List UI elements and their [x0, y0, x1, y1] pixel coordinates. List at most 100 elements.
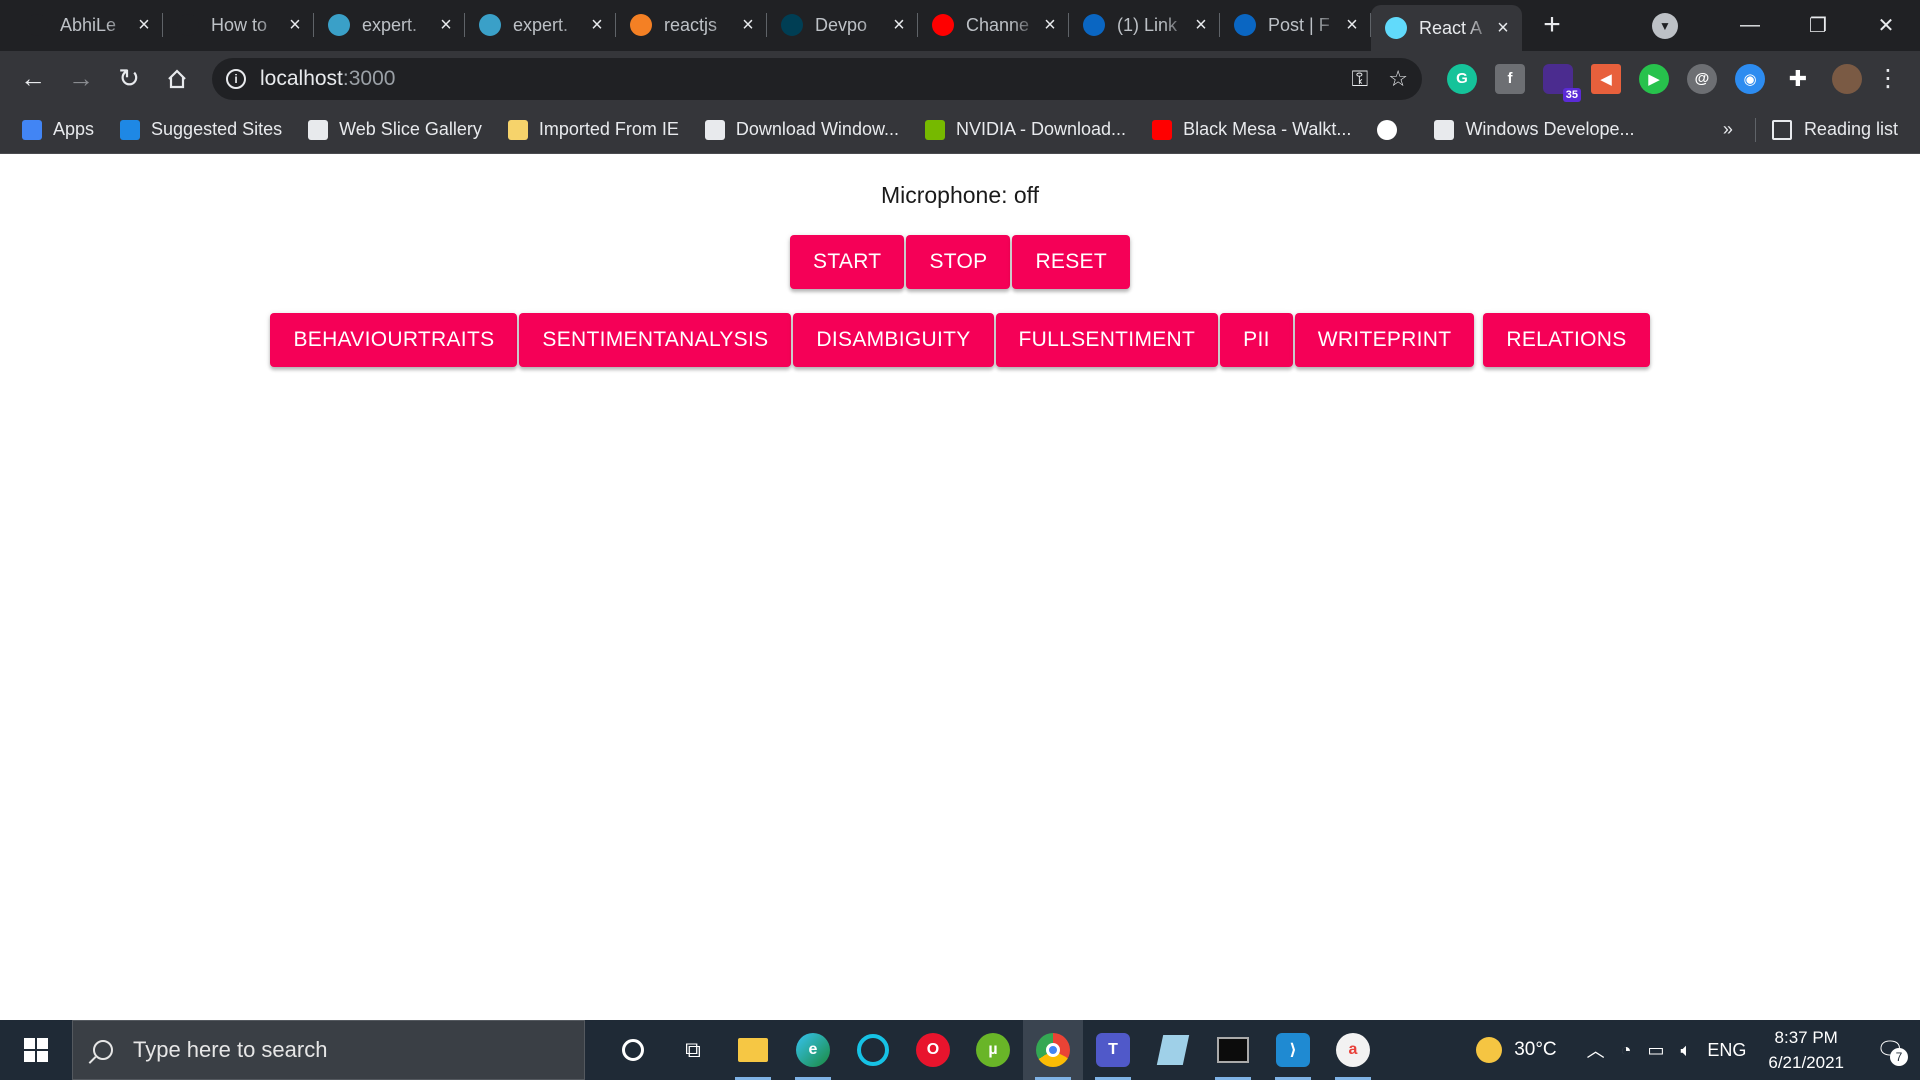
- chrome-button[interactable]: [1023, 1020, 1083, 1080]
- chrome-icon: [1036, 1033, 1070, 1067]
- browser-tab[interactable]: reactjs ×: [616, 4, 767, 46]
- browser-tab[interactable]: expert. ×: [465, 4, 616, 46]
- bookmark-item[interactable]: Apps: [22, 119, 94, 140]
- browser-tab[interactable]: AbhiLe ×: [12, 4, 163, 46]
- fullsentiment-button[interactable]: FULLSENTIMENT: [995, 313, 1219, 367]
- tab-title: Channe: [966, 14, 1030, 35]
- grammarly-icon[interactable]: G: [1447, 63, 1477, 94]
- browser-tab[interactable]: React A ×: [1371, 5, 1522, 51]
- bookmark-item[interactable]: NVIDIA - Download...: [924, 119, 1126, 140]
- vscode-button[interactable]: ⟩: [1263, 1020, 1323, 1080]
- bookmark-item[interactable]: Download Window...: [704, 119, 899, 140]
- facebook-ext-icon[interactable]: f: [1495, 63, 1525, 94]
- writeprint-button[interactable]: WRITEPRINT: [1294, 313, 1475, 367]
- browser-tab-strip: AbhiLe × How to × expert. × expert. × reactjs × De…: [0, 0, 1920, 51]
- app-a-button[interactable]: a: [1323, 1020, 1383, 1080]
- reset-button[interactable]: RESET: [1012, 235, 1130, 289]
- extension-badge-icon[interactable]: 35: [1543, 63, 1581, 102]
- terminal-button[interactable]: [1203, 1020, 1263, 1080]
- audio-ext-icon[interactable]: ◀: [1591, 63, 1621, 94]
- stop-button[interactable]: STOP: [906, 235, 1011, 289]
- site-info-icon[interactable]: i: [226, 68, 246, 89]
- action-center-button[interactable]: 🗨︎ 7: [1870, 1030, 1910, 1070]
- start-button[interactable]: START: [790, 235, 905, 289]
- close-tab-icon[interactable]: ×: [1041, 15, 1059, 35]
- alexa-icon: [857, 1034, 889, 1066]
- pii-button[interactable]: PII: [1220, 313, 1293, 367]
- file-explorer-button[interactable]: [723, 1020, 783, 1080]
- at-ext-icon[interactable]: @: [1687, 63, 1717, 94]
- key-icon[interactable]: ⚿: [1352, 66, 1369, 92]
- bookmark-star-icon[interactable]: ☆: [1388, 66, 1408, 92]
- bookmark-item[interactable]: Suggested Sites: [120, 119, 282, 140]
- close-window-button[interactable]: ✕: [1852, 0, 1920, 51]
- close-tab-icon[interactable]: ×: [890, 15, 908, 35]
- circle-ext-icon[interactable]: ◉: [1735, 63, 1765, 94]
- close-tab-icon[interactable]: ×: [1494, 18, 1512, 38]
- puzzle-extensions-icon[interactable]: ✚: [1783, 64, 1813, 94]
- notepad-button[interactable]: [1143, 1020, 1203, 1080]
- start-button[interactable]: [0, 1020, 72, 1080]
- home-button[interactable]: [154, 56, 200, 102]
- alexa-button[interactable]: [843, 1020, 903, 1080]
- opera-button[interactable]: O: [903, 1020, 963, 1080]
- browser-tab[interactable]: Channe ×: [918, 4, 1069, 46]
- browser-menu-icon[interactable]: ⋮: [1876, 64, 1900, 93]
- battery-icon[interactable]: ▭: [1648, 1040, 1665, 1061]
- minimize-button[interactable]: —: [1716, 0, 1784, 51]
- browser-tab[interactable]: (1) Link ×: [1069, 4, 1220, 46]
- input-language[interactable]: ENG: [1707, 1040, 1746, 1061]
- taskbar-clock[interactable]: 8:37 PM 6/21/2021: [1768, 1025, 1844, 1075]
- restore-button[interactable]: ❐: [1784, 0, 1852, 51]
- bookmark-item[interactable]: Windows Develope...: [1434, 119, 1635, 140]
- weather-widget[interactable]: 30°C: [1476, 1037, 1557, 1063]
- browser-tab[interactable]: Post | F ×: [1220, 4, 1371, 46]
- close-tab-icon[interactable]: ×: [1192, 15, 1210, 35]
- close-tab-icon[interactable]: ×: [739, 15, 757, 35]
- play-ext-icon[interactable]: ▶: [1639, 63, 1669, 94]
- reload-button[interactable]: ↻: [106, 56, 152, 102]
- divider: [1754, 117, 1756, 142]
- address-bar[interactable]: i localhost:3000 ⚿ ☆: [212, 57, 1422, 100]
- volume-icon[interactable]: 🔈︎: [1681, 1040, 1692, 1061]
- utorrent-button[interactable]: µ: [963, 1020, 1023, 1080]
- reading-list-button[interactable]: Reading list: [1804, 119, 1898, 140]
- browser-tab[interactable]: Devpo ×: [767, 4, 918, 46]
- browser-tab[interactable]: How to ×: [163, 4, 314, 46]
- new-tab-button[interactable]: +: [1532, 5, 1572, 45]
- close-tab-icon[interactable]: ×: [437, 15, 455, 35]
- bookmark-label: Apps: [53, 119, 95, 139]
- bookmark-item[interactable]: Black Mesa - Walkt...: [1152, 119, 1351, 140]
- chevron-down-icon: ▼: [1659, 18, 1671, 33]
- tab-title: React A: [1419, 17, 1483, 38]
- edge-button[interactable]: e: [783, 1020, 843, 1080]
- teams-button[interactable]: T: [1083, 1020, 1143, 1080]
- bookmark-item[interactable]: Imported From IE: [507, 119, 679, 140]
- close-tab-icon[interactable]: ×: [588, 15, 606, 35]
- profile-avatar[interactable]: [1832, 63, 1862, 94]
- web-page: Microphone: off START STOP RESET BEHAVIOUR…: [0, 155, 1920, 1020]
- url-text[interactable]: localhost:3000: [260, 67, 395, 91]
- back-button[interactable]: ←: [10, 56, 56, 102]
- bookmarks-overflow-button[interactable]: »: [1723, 119, 1733, 140]
- close-tab-icon[interactable]: ×: [1343, 15, 1361, 35]
- relations-button[interactable]: RELATIONS: [1483, 313, 1650, 367]
- browser-tab[interactable]: expert. ×: [314, 4, 465, 46]
- task-view-button[interactable]: ⧉: [663, 1020, 723, 1080]
- bookmark-item[interactable]: [1377, 119, 1408, 140]
- wifi-icon[interactable]: ◔: [1621, 1040, 1632, 1061]
- tab-search-button[interactable]: ▼: [1652, 12, 1678, 39]
- opera-icon: O: [916, 1033, 950, 1067]
- sentimentanalysis-button[interactable]: SENTIMENTANALYSIS: [519, 313, 792, 367]
- close-tab-icon[interactable]: ×: [286, 15, 304, 35]
- bookmark-label: Imported From IE: [538, 119, 679, 139]
- taskbar-search[interactable]: Type here to search: [72, 1020, 585, 1080]
- cortana-button[interactable]: [603, 1020, 663, 1080]
- behaviourtraits-button[interactable]: BEHAVIOURTRAITS: [270, 313, 518, 367]
- expertai-icon: [479, 14, 501, 36]
- bookmark-item[interactable]: Web Slice Gallery: [308, 119, 482, 140]
- close-tab-icon[interactable]: ×: [135, 15, 153, 35]
- disambiguity-button[interactable]: DISAMBIGUITY: [793, 313, 994, 367]
- forward-button[interactable]: →: [58, 56, 104, 102]
- show-hidden-icons-chevron-icon[interactable]: ︿: [1587, 1037, 1605, 1063]
